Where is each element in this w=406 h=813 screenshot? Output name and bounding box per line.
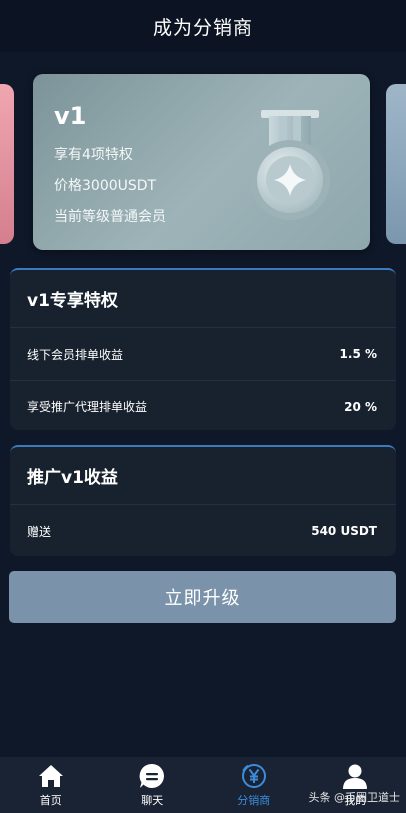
tab-label: 分销商 <box>237 794 271 807</box>
previous-level-card[interactable] <box>0 84 14 244</box>
yen-icon <box>241 764 266 788</box>
level-price: 价格3000USDT <box>54 178 157 194</box>
privilege-panel-title: v1专享特权 <box>10 270 396 328</box>
user-icon <box>343 764 368 789</box>
next-level-card[interactable] <box>386 84 406 244</box>
level-name: v1 <box>54 102 87 130</box>
upgrade-button[interactable]: 立即升级 <box>9 571 396 623</box>
tab-label: 首页 <box>39 794 62 807</box>
tab-chat[interactable]: 聊天 <box>102 757 204 813</box>
privilege-count: 享有4项特权 <box>54 147 133 163</box>
tab-distributor[interactable]: 分销商 <box>203 757 305 813</box>
privilege-value: 20 % <box>344 399 377 414</box>
medal-icon <box>250 110 330 220</box>
privilege-row: 享受推广代理排单收益 20 % <box>10 380 396 432</box>
privilege-label: 线下会员排单收益 <box>27 347 124 362</box>
watermark: 头条 @币圈卫道士 <box>308 791 401 804</box>
tab-home[interactable]: 首页 <box>0 757 102 813</box>
tab-label: 聊天 <box>141 794 164 807</box>
privilege-row: 线下会员排单收益 1.5 % <box>10 328 396 380</box>
promo-row: 赠送 540 USDT <box>10 505 396 557</box>
privilege-panel: v1专享特权 线下会员排单收益 1.5 % 享受推广代理排单收益 20 % <box>10 268 396 430</box>
page-title: 成为分销商 <box>152 16 253 39</box>
page-header: 成为分销商 <box>0 0 406 52</box>
home-icon <box>38 765 63 787</box>
current-level: 当前等级普通会员 <box>54 209 166 225</box>
promo-panel: 推广v1收益 赠送 540 USDT <box>10 445 396 556</box>
chat-icon <box>139 763 165 788</box>
promo-label: 赠送 <box>27 524 52 539</box>
privilege-value: 1.5 % <box>339 347 377 361</box>
promo-panel-title: 推广v1收益 <box>10 447 396 505</box>
privilege-label: 享受推广代理排单收益 <box>27 400 148 414</box>
level-card-v1[interactable]: v1 享有4项特权 价格3000USDT 当前等级普通会员 <box>33 74 370 250</box>
level-carousel[interactable]: v1 享有4项特权 价格3000USDT 当前等级普通会员 <box>0 52 406 262</box>
promo-value: 540 USDT <box>311 524 377 538</box>
